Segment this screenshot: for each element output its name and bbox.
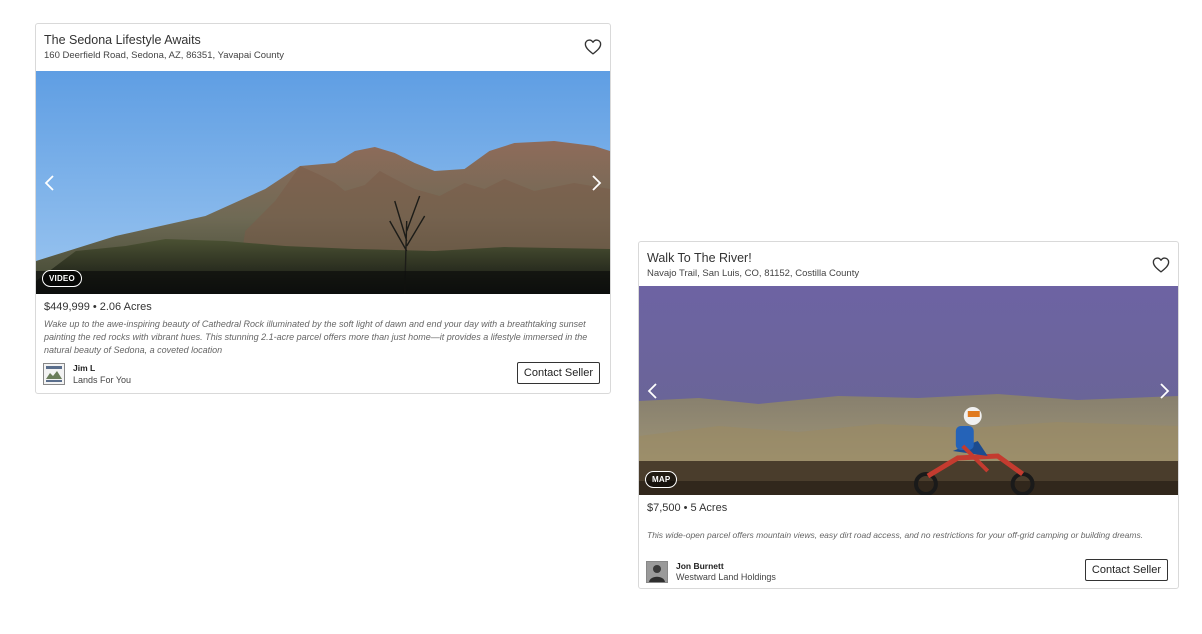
listing-title[interactable]: The Sedona Lifestyle Awaits [44, 33, 201, 47]
price: $449,999 [44, 301, 90, 313]
seller-logo [43, 363, 65, 385]
separator: • [92, 301, 97, 313]
seller-name: Jim L [73, 363, 96, 373]
chevron-right-icon[interactable] [588, 173, 604, 193]
price: $7,500 [647, 502, 681, 514]
acreage: 5 Acres [690, 502, 728, 514]
separator: • [683, 502, 688, 514]
chevron-left-icon[interactable] [42, 173, 58, 193]
price-line: $449,999 • 2.06 Acres [44, 301, 152, 313]
listing-title[interactable]: Walk To The River! [647, 251, 752, 265]
acreage: 2.06 Acres [99, 301, 152, 313]
chevron-left-icon[interactable] [645, 381, 661, 401]
mountain-photo [36, 71, 610, 294]
listing-photo[interactable]: MAP [639, 286, 1178, 495]
seller-avatar [646, 561, 668, 583]
price-line: $7,500 • 5 Acres [647, 502, 727, 514]
seller-company: Lands For You [73, 375, 132, 385]
listing-details: $449,999 • 2.06 Acres Wake up to the awe-i… [36, 294, 610, 393]
listing-photo[interactable]: VIDEO [36, 71, 610, 294]
listing-card[interactable]: Walk To The River! Navajo Trail, San Lui… [638, 241, 1179, 589]
dirt-bike-photo [639, 286, 1178, 495]
seller-name: Jon Burnett [676, 561, 724, 571]
video-badge[interactable]: VIDEO [42, 270, 82, 287]
chevron-right-icon[interactable] [1156, 381, 1172, 401]
seller-company: Westward Land Holdings [676, 572, 776, 582]
heart-icon[interactable] [584, 39, 602, 55]
listing-details: $7,500 • 5 Acres This wide-open parcel off… [639, 495, 1178, 588]
map-badge[interactable]: MAP [645, 471, 678, 488]
listing-card[interactable]: The Sedona Lifestyle Awaits 160 Deerfiel… [35, 23, 611, 394]
listing-address: Navajo Trail, San Luis, CO, 81152, Costi… [647, 268, 860, 279]
listing-address: 160 Deerfield Road, Sedona, AZ, 86351, Y… [44, 50, 284, 61]
contact-seller-button[interactable]: Contact Seller [516, 362, 600, 384]
listing-description: This wide-open parcel offers mountain vi… [647, 530, 1144, 540]
listing-description: Wake up to the awe-inspiring beauty of C… [44, 319, 588, 355]
heart-icon[interactable] [1152, 257, 1170, 273]
card-header: Walk To The River! Navajo Trail, San Lui… [639, 242, 1178, 289]
contact-seller-button[interactable]: Contact Seller [1084, 559, 1168, 581]
card-header: The Sedona Lifestyle Awaits 160 Deerfiel… [36, 24, 610, 71]
